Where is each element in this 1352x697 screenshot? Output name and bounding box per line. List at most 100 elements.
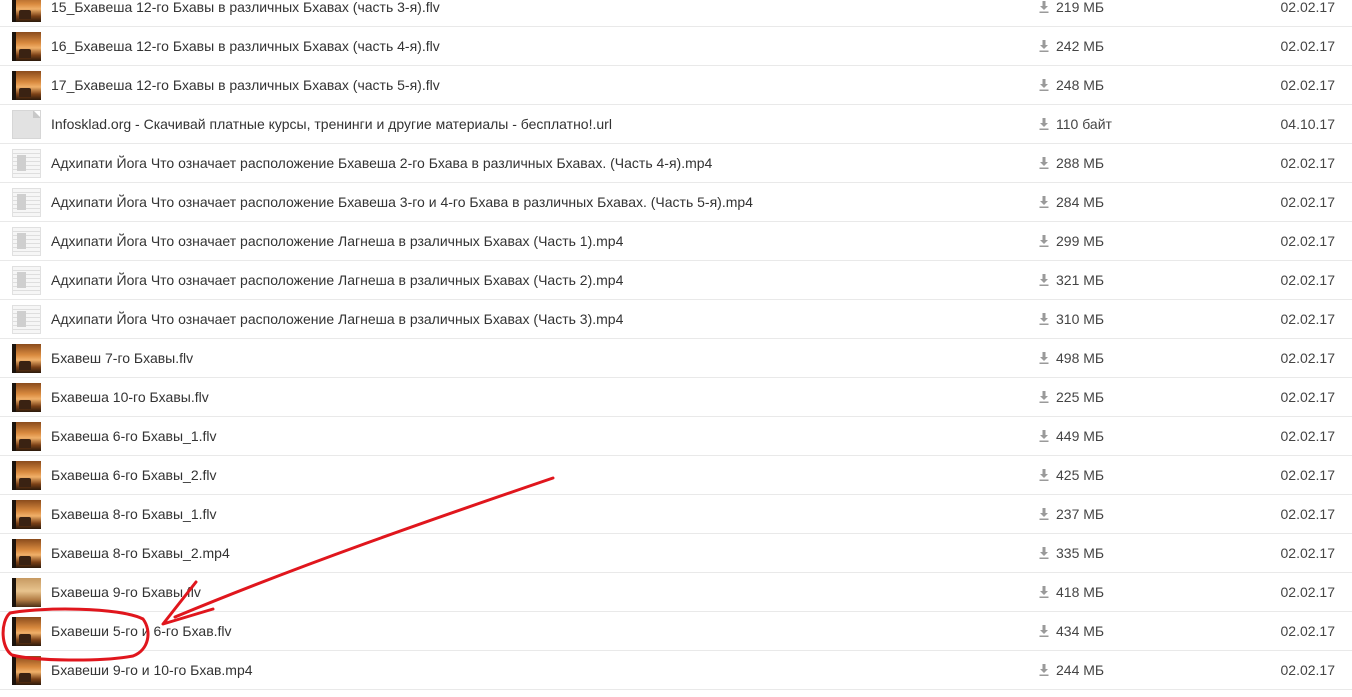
download-icon[interactable] [1039, 508, 1049, 520]
file-row[interactable]: 15_Бхавеша 12-го Бхавы в различных Бхава… [0, 0, 1352, 27]
file-size: 321 МБ [1056, 272, 1105, 288]
video-thumbnail [12, 539, 41, 568]
download-icon[interactable] [1039, 235, 1049, 247]
file-date: 02.02.17 [1280, 0, 1336, 15]
video-thumbnail [12, 71, 41, 100]
file-size: 225 МБ [1056, 389, 1105, 405]
video-thumbnail [12, 305, 41, 334]
video-thumbnail [12, 422, 41, 451]
file-date: 04.10.17 [1280, 116, 1336, 132]
file-row[interactable]: Бхавеша 9-го Бхавы.flv 418 МБ 02.02.17 [0, 573, 1352, 612]
file-size: 237 МБ [1056, 506, 1105, 522]
download-icon[interactable] [1039, 391, 1049, 403]
file-row[interactable]: Бхавеша 8-го Бхавы_1.flv 237 МБ 02.02.17 [0, 495, 1352, 534]
file-date: 02.02.17 [1280, 272, 1336, 288]
file-row[interactable]: 16_Бхавеша 12-го Бхавы в различных Бхава… [0, 27, 1352, 66]
file-row[interactable]: Бхавеш 7-го Бхавы.flv 498 МБ 02.02.17 [0, 339, 1352, 378]
video-thumbnail [12, 149, 41, 178]
file-name-link[interactable]: Адхипати Йога Что означает расположение … [51, 183, 753, 222]
file-date: 02.02.17 [1280, 545, 1336, 561]
video-thumbnail [12, 578, 41, 607]
file-name-link[interactable]: Infosklad.org - Скачивай платные курсы, … [51, 105, 612, 144]
file-date: 02.02.17 [1280, 428, 1336, 444]
video-thumbnail [12, 32, 41, 61]
file-row[interactable]: Бхавеша 6-го Бхавы_2.flv 425 МБ 02.02.17 [0, 456, 1352, 495]
file-size: 335 МБ [1056, 545, 1105, 561]
file-date: 02.02.17 [1280, 584, 1336, 600]
download-icon[interactable] [1039, 274, 1049, 286]
file-date: 02.02.17 [1280, 389, 1336, 405]
file-name-link[interactable]: Адхипати Йога Что означает расположение … [51, 144, 712, 183]
file-row[interactable]: Адхипати Йога Что означает расположение … [0, 261, 1352, 300]
video-thumbnail [12, 188, 41, 217]
file-date: 02.02.17 [1280, 233, 1336, 249]
video-thumbnail [12, 266, 41, 295]
file-date: 02.02.17 [1280, 38, 1336, 54]
download-icon[interactable] [1039, 313, 1049, 325]
file-date: 02.02.17 [1280, 155, 1336, 171]
file-date: 02.02.17 [1280, 350, 1336, 366]
file-date: 02.02.17 [1280, 662, 1336, 678]
file-row[interactable]: 17_Бхавеша 12-го Бхавы в различных Бхава… [0, 66, 1352, 105]
file-row[interactable]: Бхавеша 8-го Бхавы_2.mp4 335 МБ 02.02.17 [0, 534, 1352, 573]
file-size: 449 МБ [1056, 428, 1105, 444]
download-icon[interactable] [1039, 586, 1049, 598]
download-icon[interactable] [1039, 430, 1049, 442]
download-icon[interactable] [1039, 664, 1049, 676]
file-row[interactable]: Infosklad.org - Скачивай платные курсы, … [0, 105, 1352, 144]
download-icon[interactable] [1039, 118, 1049, 130]
download-icon[interactable] [1039, 157, 1049, 169]
video-thumbnail [12, 461, 41, 490]
file-name-link[interactable]: Бхавеша 9-го Бхавы.flv [51, 573, 201, 612]
file-row[interactable]: Адхипати Йога Что означает расположение … [0, 222, 1352, 261]
file-icon [12, 110, 41, 139]
file-date: 02.02.17 [1280, 194, 1336, 210]
download-icon[interactable] [1039, 547, 1049, 559]
download-icon[interactable] [1039, 352, 1049, 364]
file-row[interactable]: Бхавеша 10-го Бхавы.flv 225 МБ 02.02.17 [0, 378, 1352, 417]
file-name-link[interactable]: Бхавеши 5-го и 6-го Бхав.flv [51, 612, 232, 651]
download-icon[interactable] [1039, 40, 1049, 52]
file-size: 244 МБ [1056, 662, 1105, 678]
video-thumbnail [12, 344, 41, 373]
file-name-link[interactable]: Бхавеш 7-го Бхавы.flv [51, 339, 193, 378]
file-row[interactable]: Бхавеши 5-го и 6-го Бхав.flv 434 МБ 02.02.… [0, 612, 1352, 651]
download-icon[interactable] [1039, 1, 1049, 13]
file-name-link[interactable]: Бхавеша 8-го Бхавы_1.flv [51, 495, 217, 534]
file-name-link[interactable]: Адхипати Йога Что означает расположение … [51, 261, 623, 300]
file-size: 418 МБ [1056, 584, 1105, 600]
file-date: 02.02.17 [1280, 506, 1336, 522]
file-name-link[interactable]: 16_Бхавеша 12-го Бхавы в различных Бхава… [51, 27, 440, 66]
file-date: 02.02.17 [1280, 467, 1336, 483]
file-size: 284 МБ [1056, 194, 1105, 210]
file-name-link[interactable]: Бхавеша 6-го Бхавы_2.flv [51, 456, 217, 495]
file-date: 02.02.17 [1280, 623, 1336, 639]
download-icon[interactable] [1039, 79, 1049, 91]
file-size: 434 МБ [1056, 623, 1105, 639]
file-size: 242 МБ [1056, 38, 1105, 54]
file-row[interactable]: Адхипати Йога Что означает расположение … [0, 183, 1352, 222]
download-icon[interactable] [1039, 196, 1049, 208]
video-thumbnail [12, 383, 41, 412]
download-icon[interactable] [1039, 469, 1049, 481]
file-name-link[interactable]: Адхипати Йога Что означает расположение … [51, 300, 623, 339]
video-thumbnail [12, 500, 41, 529]
file-size: 248 МБ [1056, 77, 1105, 93]
file-row[interactable]: Адхипати Йога Что означает расположение … [0, 300, 1352, 339]
file-size: 110 байт [1056, 116, 1112, 132]
file-name-link[interactable]: Адхипати Йога Что означает расположение … [51, 222, 623, 261]
download-icon[interactable] [1039, 625, 1049, 637]
file-size: 310 МБ [1056, 311, 1105, 327]
file-name-link[interactable]: Бхавеша 8-го Бхавы_2.mp4 [51, 534, 230, 573]
file-name-link[interactable]: 17_Бхавеша 12-го Бхавы в различных Бхава… [51, 66, 440, 105]
file-name-link[interactable]: Бхавеша 6-го Бхавы_1.flv [51, 417, 217, 456]
file-row[interactable]: Бхавеши 9-го и 10-го Бхав.mp4 244 МБ 02.02… [0, 651, 1352, 690]
file-size: 425 МБ [1056, 467, 1105, 483]
file-size: 498 МБ [1056, 350, 1105, 366]
file-name-link[interactable]: Бхавеши 9-го и 10-го Бхав.mp4 [51, 651, 253, 690]
file-name-link[interactable]: Бхавеша 10-го Бхавы.flv [51, 378, 209, 417]
file-name-link[interactable]: 15_Бхавеша 12-го Бхавы в различных Бхава… [51, 0, 440, 27]
file-row[interactable]: Бхавеша 6-го Бхавы_1.flv 449 МБ 02.02.17 [0, 417, 1352, 456]
video-thumbnail [12, 0, 41, 22]
file-row[interactable]: Адхипати Йога Что означает расположение … [0, 144, 1352, 183]
